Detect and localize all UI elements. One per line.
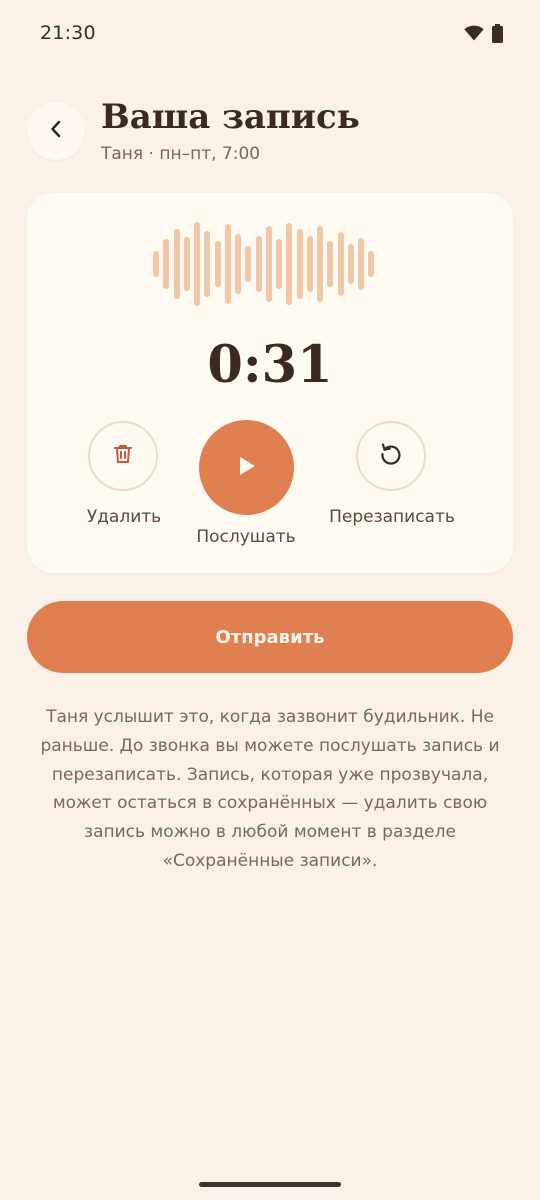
chevron-left-icon bbox=[48, 119, 64, 143]
play-label: Послушать bbox=[196, 527, 296, 547]
page-subtitle: Таня · пн–пт, 7:00 bbox=[101, 144, 261, 164]
waveform-bar bbox=[256, 236, 262, 292]
waveform-bar bbox=[163, 239, 169, 289]
play-icon bbox=[236, 454, 258, 482]
waveform bbox=[153, 220, 388, 308]
rerecord-label: Перезаписать bbox=[329, 507, 455, 527]
waveform-bar bbox=[235, 234, 241, 294]
waveform-bar bbox=[338, 232, 344, 296]
recording-duration: 0:31 bbox=[207, 335, 333, 395]
send-button[interactable]: Отправить bbox=[27, 601, 513, 673]
play-button[interactable] bbox=[199, 420, 294, 515]
rotate-ccw-icon bbox=[378, 441, 404, 471]
status-bar: 21:30 bbox=[0, 0, 540, 68]
back-button[interactable] bbox=[27, 102, 85, 160]
delete-label: Удалить bbox=[86, 507, 162, 527]
info-text: Таня услышит это, когда зазвонит будильн… bbox=[40, 707, 500, 871]
waveform-bar bbox=[358, 238, 364, 290]
waveform-bar bbox=[327, 241, 333, 287]
waveform-bar bbox=[194, 222, 200, 306]
waveform-bar bbox=[215, 241, 221, 287]
waveform-bar bbox=[266, 226, 272, 302]
waveform-bar bbox=[348, 244, 354, 284]
rerecord-button[interactable] bbox=[356, 421, 426, 491]
waveform-bar bbox=[245, 246, 251, 282]
wifi-icon bbox=[464, 25, 484, 45]
waveform-bar bbox=[368, 251, 374, 277]
waveform-bar bbox=[317, 226, 323, 302]
waveform-bar bbox=[184, 237, 190, 291]
waveform-bar bbox=[153, 251, 159, 277]
waveform-bar bbox=[297, 229, 303, 299]
trash-icon bbox=[111, 442, 135, 470]
waveform-bar bbox=[174, 229, 180, 299]
waveform-bar bbox=[307, 236, 313, 292]
delete-button[interactable] bbox=[88, 421, 158, 491]
waveform-bar bbox=[204, 231, 210, 297]
home-indicator[interactable] bbox=[199, 1182, 341, 1187]
status-time: 21:30 bbox=[40, 22, 96, 44]
waveform-bar bbox=[225, 224, 231, 304]
send-button-label: Отправить bbox=[215, 626, 325, 648]
waveform-bar bbox=[286, 223, 292, 305]
battery-icon bbox=[492, 24, 503, 47]
waveform-bar bbox=[276, 239, 282, 289]
page-title: Ваша запись bbox=[101, 97, 360, 137]
